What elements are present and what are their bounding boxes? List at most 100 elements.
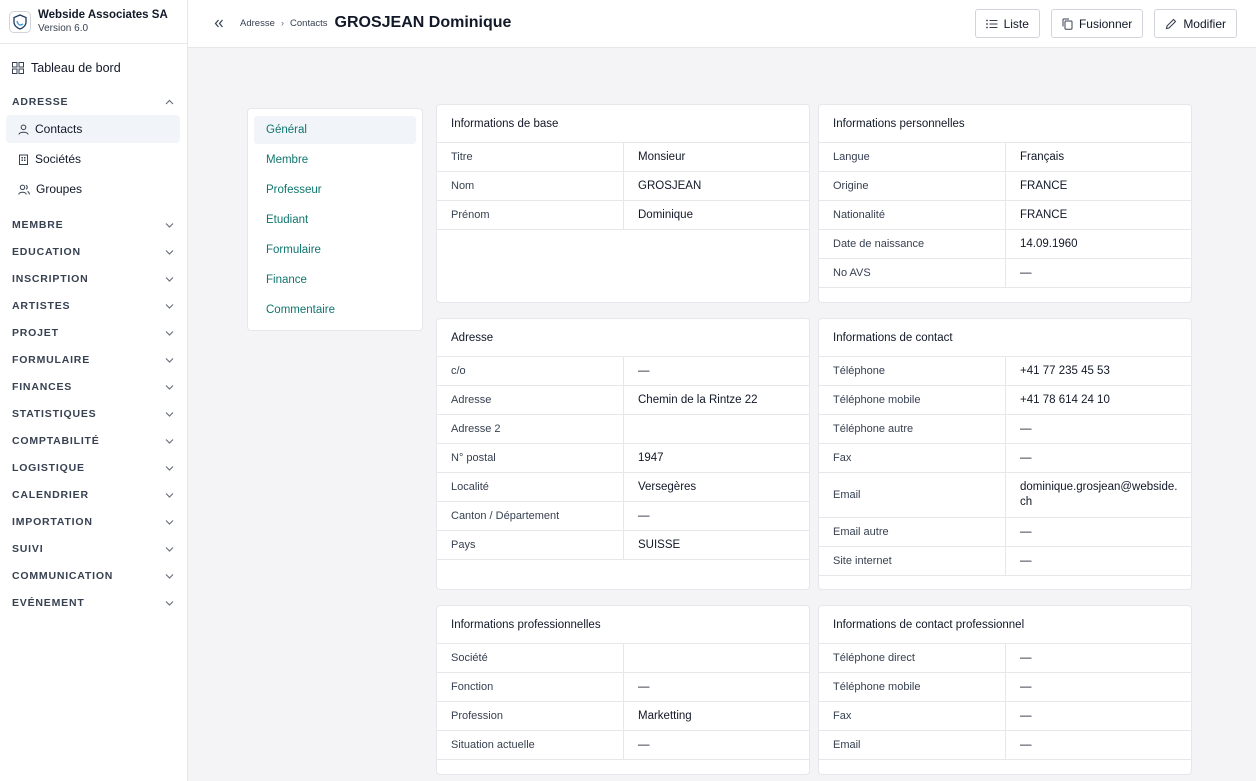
sidebar-section[interactable]: LOGISTIQUE	[0, 454, 187, 481]
sidebar-section[interactable]: STATISTIQUES	[0, 400, 187, 427]
chevron-down-icon	[165, 276, 174, 282]
user-icon	[18, 124, 29, 135]
tab-item[interactable]: Commentaire	[254, 296, 416, 324]
field-row: Langue Français	[819, 143, 1191, 172]
sidebar-section-label: EDUCATION	[12, 245, 81, 258]
sidebar-section[interactable]: SUIVI	[0, 535, 187, 562]
sidebar-section-adresse[interactable]: ADRESSE	[0, 88, 187, 115]
sidebar-section[interactable]: EVÉNEMENT	[0, 589, 187, 616]
field-label: Adresse	[437, 386, 624, 414]
field-value: FRANCE	[1020, 208, 1068, 221]
field-value	[624, 644, 809, 672]
breadcrumb-contacts[interactable]: Contacts	[290, 18, 328, 29]
brand-logo-icon	[9, 10, 31, 33]
chevron-down-icon	[165, 492, 174, 498]
field-value: —	[638, 364, 650, 377]
field-row: Téléphone mobile —	[819, 673, 1191, 702]
sidebar-section[interactable]: COMPTABILITÉ	[0, 427, 187, 454]
field-row: Email dominique.grosjean@webside.ch	[819, 473, 1191, 518]
field-row: Pays SUISSE	[437, 531, 809, 560]
sidebar-section-label: CALENDRIER	[12, 488, 89, 501]
brand[interactable]: Webside Associates SA Version 6.0	[0, 0, 187, 44]
chevron-down-icon	[165, 438, 174, 444]
field-value: FRANCE	[1020, 179, 1068, 192]
sidebar-item-groupes[interactable]: Groupes	[6, 175, 180, 203]
detail-tabs: Général Membre Professeur Etudiant Formulair…	[247, 108, 423, 331]
card-contact-info: Informations de contact Téléphone +41 77 2…	[818, 318, 1192, 590]
sidebar-section-label: EVÉNEMENT	[12, 596, 85, 609]
field-value: 1947	[638, 451, 664, 464]
sidebar-item-contacts[interactable]: Contacts	[6, 115, 180, 143]
sidebar-section[interactable]: EDUCATION	[0, 238, 187, 265]
field-row: Prénom Dominique	[437, 201, 809, 230]
merge-button[interactable]: Fusionner	[1050, 9, 1144, 38]
sidebar-item-societes[interactable]: Sociétés	[6, 145, 180, 173]
field-label: Prénom	[437, 201, 624, 229]
field-label: Date de naissance	[819, 230, 1006, 258]
collapse-sidebar-button[interactable]	[209, 14, 229, 34]
field-row: Situation actuelle —	[437, 731, 809, 760]
field-row: N° postal 1947	[437, 444, 809, 473]
field-value: Versegères	[638, 480, 697, 493]
field-label: Fax	[819, 444, 1006, 472]
edit-button[interactable]: Modifier	[1154, 9, 1237, 38]
tab-item[interactable]: Finance	[254, 266, 416, 294]
field-value: —	[1020, 266, 1032, 279]
field-row: Fax —	[819, 444, 1191, 473]
field-label: Téléphone mobile	[819, 386, 1006, 414]
field-value: Monsieur	[638, 150, 686, 163]
tab-item[interactable]: Professeur	[254, 176, 416, 204]
field-row: Nationalité FRANCE	[819, 201, 1191, 230]
chevron-up-icon	[165, 99, 174, 104]
sidebar-section-label: IMPORTATION	[12, 515, 93, 528]
field-value: +41 78 614 24 10	[1020, 393, 1110, 406]
field-label: Téléphone direct	[819, 644, 1006, 672]
field-value: SUISSE	[638, 538, 681, 551]
list-button[interactable]: Liste	[974, 9, 1040, 38]
sidebar-section[interactable]: IMPORTATION	[0, 508, 187, 535]
sidebar-section[interactable]: INSCRIPTION	[0, 265, 187, 292]
card-base-info: Informations de base Titre Monsieur Nom GROS…	[436, 104, 810, 303]
field-row: Email —	[819, 731, 1191, 760]
field-value: —	[1020, 738, 1032, 751]
field-value	[624, 415, 809, 443]
sidebar-section[interactable]: COMMUNICATION	[0, 562, 187, 589]
field-label: No AVS	[819, 259, 1006, 287]
sidebar-item-label: Contacts	[35, 122, 83, 136]
field-row: Date de naissance 14.09.1960	[819, 230, 1191, 259]
card-title: Informations de base	[437, 105, 809, 143]
field-value: —	[1020, 680, 1032, 693]
tab-item[interactable]: Formulaire	[254, 236, 416, 264]
card-personal-info: Informations personnelles Langue Français O…	[818, 104, 1192, 303]
field-label: Site internet	[819, 547, 1006, 575]
tab-item[interactable]: Etudiant	[254, 206, 416, 234]
tab-item[interactable]: Général	[254, 116, 416, 144]
card-title: Informations de contact professionnel	[819, 606, 1191, 644]
field-label: Localité	[437, 473, 624, 501]
sidebar-item-label: Groupes	[36, 182, 83, 196]
sidebar-item-dashboard[interactable]: Tableau de bord	[0, 56, 187, 80]
chevron-down-icon	[165, 600, 174, 606]
chevron-down-icon	[165, 411, 174, 417]
sidebar: Webside Associates SA Version 6.0 Tablea…	[0, 0, 188, 781]
card-title: Informations personnelles	[819, 105, 1191, 143]
sidebar-section[interactable]: ARTISTES	[0, 292, 187, 319]
chevron-down-icon	[165, 546, 174, 552]
field-value: —	[1020, 554, 1032, 567]
tab-item[interactable]: Membre	[254, 146, 416, 174]
list-icon	[985, 19, 998, 28]
sidebar-section[interactable]: FORMULAIRE	[0, 346, 187, 373]
breadcrumb-adresse[interactable]: Adresse	[240, 18, 275, 29]
topbar: Adresse › Contacts GROSJEAN Dominique Li…	[188, 0, 1256, 48]
field-label: Canton / Département	[437, 502, 624, 530]
card-address: Adresse c/o — Adresse Chemin de la Rintze 22…	[436, 318, 810, 590]
sidebar-section[interactable]: CALENDRIER	[0, 481, 187, 508]
field-value: Chemin de la Rintze 22	[638, 393, 758, 406]
field-value: —	[1020, 651, 1032, 664]
sidebar-section[interactable]: FINANCES	[0, 373, 187, 400]
sidebar-section[interactable]: PROJET	[0, 319, 187, 346]
sidebar-section[interactable]: MEMBRE	[0, 211, 187, 238]
field-row: Fax —	[819, 702, 1191, 731]
field-row: Société	[437, 644, 809, 673]
field-value: Français	[1020, 150, 1065, 163]
